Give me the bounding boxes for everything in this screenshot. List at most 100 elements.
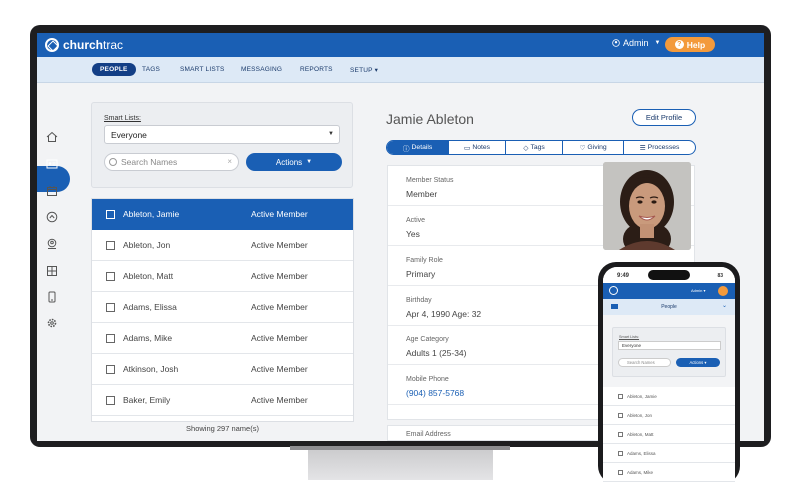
mobile-actions-label: Actions	[689, 359, 704, 365]
mobile-search-input[interactable]: Search Names	[618, 358, 671, 367]
tab-tags[interactable]: ◇ Tags	[506, 141, 563, 154]
info-icon: ⓘ	[402, 145, 410, 153]
smart-lists-panel: Smart Lists: Everyone ▼ Search Names × A…	[91, 102, 353, 188]
clear-icon[interactable]: ×	[227, 157, 232, 166]
list-item[interactable]: Ableton, Matt Active Member	[92, 261, 353, 292]
mobile-actions-button[interactable]: Actions ▾	[676, 358, 720, 367]
person-status: Active Member	[251, 271, 308, 281]
person-status: Active Member	[251, 209, 308, 219]
home-icon[interactable]	[46, 131, 58, 143]
row-checkbox[interactable]	[618, 432, 623, 437]
row-checkbox[interactable]	[618, 470, 623, 475]
checkin-icon[interactable]	[46, 238, 58, 250]
field-label: Age Category	[406, 336, 449, 343]
field-label: Family Role	[406, 257, 443, 264]
field-label: Member Status	[406, 177, 454, 184]
mobile-screen: 9:49 83 Admin ▾ People ⌄ Smart Lists: Ev…	[603, 267, 735, 484]
field-value: Yes	[406, 229, 420, 239]
mobile-smart-list-value: Everyone	[622, 343, 642, 348]
help-label: Help	[686, 39, 706, 50]
person-name: Adams, Elissa	[627, 451, 656, 456]
actions-label: Actions	[275, 157, 303, 167]
row-checkbox[interactable]	[106, 364, 115, 374]
calendar-icon[interactable]	[46, 185, 58, 197]
field-value: Adults 1 (25-34)	[406, 348, 467, 358]
row-checkbox[interactable]	[106, 240, 115, 250]
main-nav: PEOPLE TAGS SMART LISTS MESSAGING REPORT…	[37, 57, 764, 83]
tab-giving[interactable]: ♡ Giving	[563, 141, 624, 154]
list-item[interactable]: Ableton, Matt	[603, 425, 735, 444]
person-name: Adams, Mike	[123, 333, 173, 343]
mobile-phone: 9:49 83 Admin ▾ People ⌄ Smart Lists: Ev…	[598, 262, 740, 484]
nav-reports[interactable]: REPORTS	[300, 66, 333, 73]
grid-icon[interactable]	[46, 265, 58, 277]
logo-icon[interactable]	[609, 286, 618, 295]
people-list: Ableton, Jamie Active Member Ableton, Jo…	[91, 198, 354, 422]
mobile-smart-lists-panel: Smart Lists: Everyone Search Names Actio…	[612, 327, 726, 377]
nav-tags[interactable]: TAGS	[142, 66, 160, 73]
field-value: Primary	[406, 269, 436, 279]
admin-menu[interactable]: Admin ▼	[612, 38, 660, 48]
field-value: Apr 4, 1990 Age: 32	[406, 309, 482, 319]
tab-processes[interactable]: ☰ Processes	[624, 141, 695, 154]
user-icon	[612, 39, 620, 47]
list-item[interactable]: Adams, Elissa Active Member	[92, 292, 353, 323]
tab-notes[interactable]: ▭ Notes	[449, 141, 506, 154]
row-checkbox[interactable]	[618, 413, 623, 418]
list-item[interactable]: Ableton, Jon Active Member	[92, 230, 353, 261]
mobile-smart-list-select[interactable]: Everyone	[618, 341, 721, 350]
mobile-help-button[interactable]	[718, 286, 728, 296]
nav-people[interactable]: PEOPLE	[92, 63, 136, 76]
search-input[interactable]: Search Names ×	[104, 153, 239, 171]
edit-profile-button[interactable]: Edit Profile	[632, 109, 696, 126]
churchtrac-logo[interactable]: church trac	[45, 38, 123, 52]
nav-smart-lists[interactable]: SMART LISTS	[180, 66, 225, 73]
phone-link[interactable]: (904) 857-5768	[406, 388, 464, 398]
tab-details[interactable]: ⓘ Details	[387, 141, 449, 154]
list-item[interactable]: Adams, Elissa	[603, 444, 735, 463]
mobile-time: 9:49	[617, 273, 630, 279]
nav-messaging[interactable]: MESSAGING	[241, 66, 282, 73]
person-name: Ableton, Jon	[123, 240, 171, 250]
person-name: Adams, Elissa	[123, 302, 177, 312]
profile-name: Jamie Ableton	[386, 111, 474, 127]
nav-setup[interactable]: SETUP ▾	[350, 66, 378, 74]
list-item[interactable]: Atkinson, Josh Active Member	[92, 354, 353, 385]
list-item[interactable]: Baker, Emily Active Member	[92, 385, 353, 416]
field-label: Mobile Phone	[406, 376, 449, 383]
row-checkbox[interactable]	[106, 209, 115, 219]
logo-text-light: trac	[103, 38, 124, 52]
row-checkbox[interactable]	[618, 451, 623, 456]
field-label: Birthday	[406, 297, 432, 304]
person-name: Atkinson, Josh	[123, 364, 179, 374]
person-status: Active Member	[251, 240, 308, 250]
gear-icon[interactable]	[46, 317, 58, 329]
row-checkbox[interactable]	[618, 394, 623, 399]
person-status: Active Member	[251, 364, 308, 374]
row-checkbox[interactable]	[106, 271, 115, 281]
row-checkbox[interactable]	[106, 302, 115, 312]
smart-lists-label: Smart Lists:	[104, 115, 141, 122]
list-item[interactable]: Ableton, Jamie	[603, 387, 735, 406]
actions-button[interactable]: Actions ▼	[246, 153, 342, 171]
mobile-admin-menu[interactable]: Admin ▾	[691, 288, 705, 293]
chevron-down-icon[interactable]: ⌄	[722, 302, 727, 309]
nav-setup-label: SETUP	[350, 67, 373, 74]
people-card-icon[interactable]	[46, 158, 58, 170]
giving-circle-icon[interactable]	[46, 211, 58, 223]
person-status: Active Member	[251, 395, 308, 405]
smart-list-select[interactable]: Everyone ▼	[104, 125, 340, 144]
list-item[interactable]: Ableton, Jamie Active Member	[92, 199, 353, 230]
tab-details-label: Details	[411, 144, 433, 151]
row-checkbox[interactable]	[106, 333, 115, 343]
mobile-smart-lists-label: Smart Lists:	[619, 335, 640, 339]
person-name: Ableton, Matt	[627, 432, 654, 437]
row-checkbox[interactable]	[106, 395, 115, 405]
profile-tabs: ⓘ Details ▭ Notes ◇ Tags ♡ Giving ☰ Processes	[386, 140, 696, 155]
mobile-icon[interactable]	[46, 291, 58, 303]
help-button[interactable]: ? Help	[665, 37, 715, 52]
list-item[interactable]: Adams, Mike	[603, 463, 735, 482]
list-icon: ☰	[639, 144, 646, 152]
list-item[interactable]: Ableton, Jon	[603, 406, 735, 425]
list-item[interactable]: Adams, Mike Active Member	[92, 323, 353, 354]
